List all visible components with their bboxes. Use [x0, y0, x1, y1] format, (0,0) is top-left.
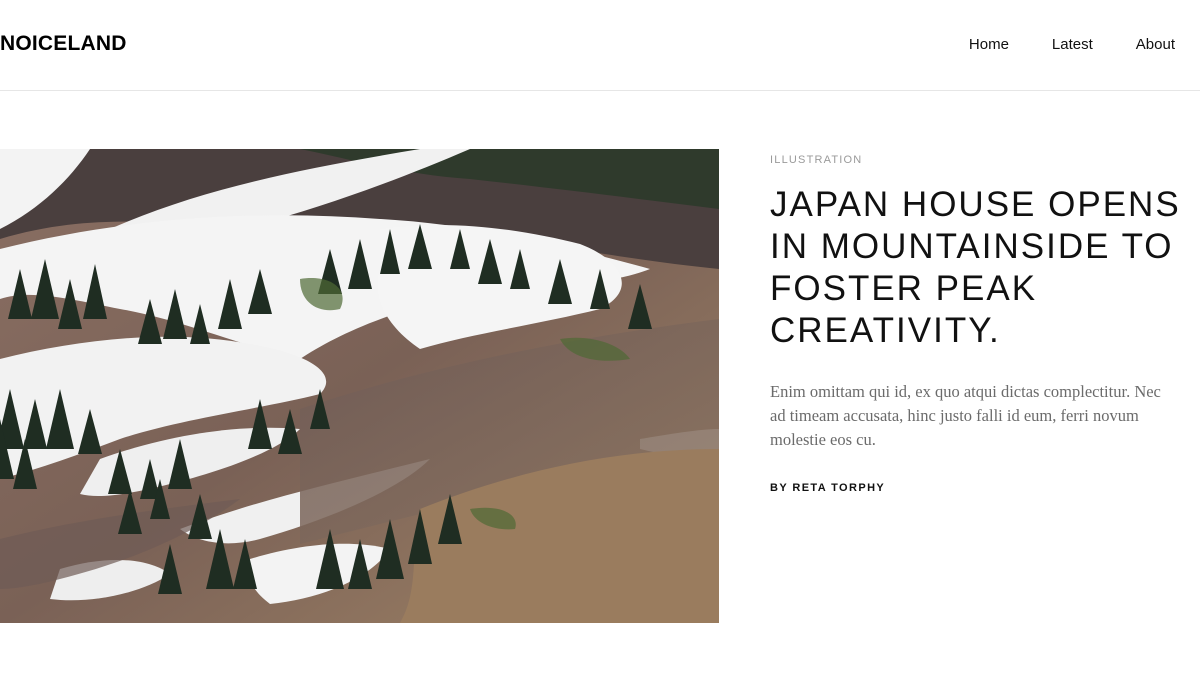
post-excerpt: Enim omittam qui id, ex quo atqui dictas…	[770, 382, 1161, 449]
site-header: NOICELAND Home Latest About	[0, 0, 1200, 91]
post-title-link[interactable]: Japan House Opens in Mountainside to Fos…	[770, 185, 1181, 350]
nav-about[interactable]: About	[1136, 36, 1175, 53]
post-category[interactable]: Illustration	[770, 154, 862, 166]
byline-prefix: By	[770, 482, 793, 494]
nav-home[interactable]: Home	[969, 36, 1009, 53]
post-byline: By Reta Torphy	[770, 482, 1200, 494]
post-summary: Illustration Japan House Opens in Mounta…	[770, 150, 1200, 494]
main-nav: Home Latest About	[969, 36, 1175, 53]
site-logo[interactable]: NOICELAND	[0, 32, 127, 56]
nav-latest[interactable]: Latest	[1052, 36, 1093, 53]
mountain-photo	[0, 149, 719, 623]
post-title: Japan House Opens in Mountainside to Fos…	[770, 184, 1200, 352]
featured-image[interactable]	[0, 149, 719, 623]
author-link[interactable]: Reta Torphy	[792, 482, 885, 494]
